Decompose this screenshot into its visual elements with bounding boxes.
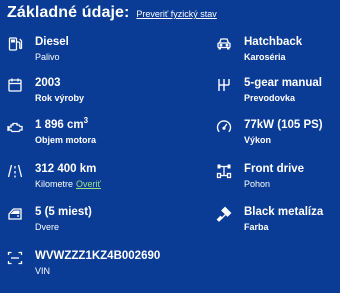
spec-body: Hatchback Karoséria [216, 35, 302, 64]
spec-mileage: 312 400 km Kilometre Overiť [7, 162, 101, 191]
calendar-icon [7, 77, 23, 93]
fuel-label: Palivo [35, 52, 60, 62]
car-door-icon [7, 206, 23, 222]
spec-power: 77kW (105 PS) Výkon [216, 118, 323, 147]
spec-color: Black metalíza Farba [216, 205, 323, 234]
engine-volume-label: Objem motora [35, 135, 97, 145]
body-label: Karoséria [244, 52, 286, 62]
drive-label: Pohon [244, 179, 271, 189]
engine-volume-value: 1 896 cm3 [35, 116, 89, 131]
engine-icon [7, 119, 23, 135]
section-header: Základné údaje: Preveriť fyzický stav [7, 4, 217, 22]
spec-year: 2003 Rok výroby [7, 76, 84, 105]
drivetrain-icon [216, 163, 232, 179]
doors-label: Dvere [35, 222, 60, 232]
spec-gearbox: 5-gear manual Prevodovka [216, 76, 322, 105]
verify-mileage-link[interactable]: Overiť [76, 179, 101, 189]
spec-fuel: Diesel Palivo [7, 35, 69, 64]
power-label: Výkon [244, 135, 272, 145]
body-value: Hatchback [244, 36, 303, 48]
power-value: 77kW (105 PS) [244, 119, 323, 131]
spec-drive: Front drive Pohon [216, 162, 304, 191]
engine-volume-unit-sup: 3 [83, 116, 89, 126]
spec-doors: 5 (5 miest) Dvere [7, 205, 92, 234]
fuel-value: Diesel [35, 36, 69, 48]
paint-brush-icon [216, 206, 232, 222]
year-label: Rok výroby [35, 93, 85, 103]
gearbox-label: Prevodovka [244, 93, 296, 103]
doors-value: 5 (5 miest) [35, 206, 92, 218]
color-label: Farba [244, 222, 269, 232]
mileage-label: Kilometre Overiť [35, 179, 101, 189]
mileage-value: 312 400 km [35, 163, 97, 175]
year-value: 2003 [35, 77, 61, 89]
vin-value: WVWZZZ1KZ4B002690 [35, 250, 161, 262]
road-icon [7, 163, 23, 179]
vin-scan-icon [7, 250, 23, 266]
vin-label: VIN [35, 266, 51, 276]
drive-value: Front drive [244, 163, 305, 175]
gearbox-value: 5-gear manual [244, 77, 322, 89]
check-physical-state-link[interactable]: Preveriť fyzický stav [136, 9, 216, 19]
section-title: Základné údaje: [7, 4, 130, 21]
car-front-icon [216, 36, 232, 52]
fuel-pump-icon [7, 36, 23, 52]
spec-engine: 1 896 cm3 Objem motora [7, 116, 97, 147]
color-value: Black metalíza [244, 206, 324, 218]
spec-vin: WVWZZZ1KZ4B002690 VIN [7, 249, 160, 278]
speedometer-icon [216, 119, 232, 135]
gearbox-icon [216, 77, 232, 93]
